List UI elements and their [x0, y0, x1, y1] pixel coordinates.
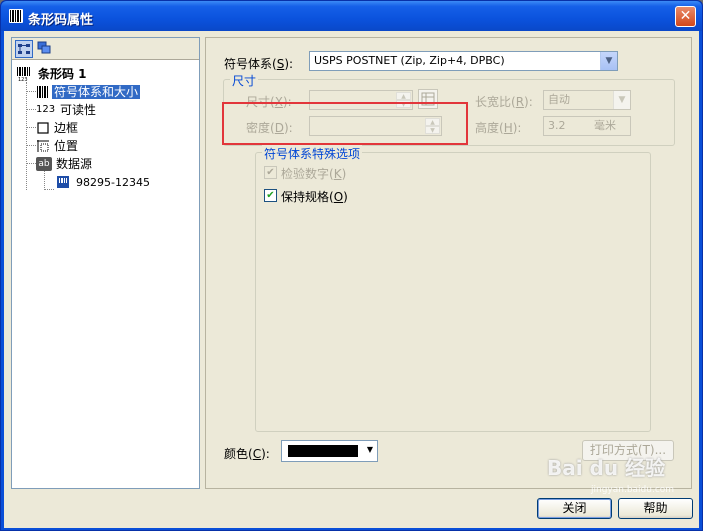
symbology-select-value: USPS POSTNET (Zip, Zip+4, DPBC): [314, 54, 505, 67]
property-tree: 123 条形码 1 符号体系和大小 123 可读性 边框 位置 ab 数据源 9…: [11, 37, 200, 489]
barcode-app-icon: [9, 9, 23, 23]
tree-item-label: 位置: [54, 139, 79, 153]
special-options-group: 符号体系特殊选项 ✔ 检验数字(K) ✔ 保持规格(O): [255, 145, 651, 432]
height-unit: 毫米: [594, 119, 616, 132]
watermark-url: jingyan.baidu.com: [591, 485, 675, 495]
tree-connector: [26, 145, 36, 146]
height-input[interactable]: 3.2 毫米: [543, 116, 631, 136]
tree-item-label: 可读性: [60, 103, 97, 117]
tree-item-label: 符号体系和大小: [52, 85, 141, 99]
tree-item-symbology-size[interactable]: 符号体系和大小: [36, 84, 141, 100]
spin-up-icon[interactable]: ▲: [396, 92, 411, 100]
tree-connector: [26, 109, 36, 110]
tree-item-label: 数据源: [56, 157, 93, 171]
tree-item-border[interactable]: 边框: [36, 120, 80, 136]
tree-connector: [44, 189, 54, 190]
tree-connector: [26, 82, 27, 190]
chevron-down-icon[interactable]: ▼: [613, 91, 630, 109]
tree-connector: [44, 171, 45, 190]
preserve-spec-label[interactable]: 保持规格(O): [281, 188, 348, 205]
highlight-annotation: [222, 102, 468, 145]
tree-connector: [26, 91, 36, 92]
tree-item-label: 98295-12345: [76, 176, 150, 189]
position-icon: [36, 139, 52, 153]
data-source-icon: ab: [36, 157, 52, 171]
symbology-label: 符号体系(S):: [224, 57, 294, 71]
window-title: 条形码属性: [28, 13, 94, 28]
tree-item-label: 边框: [54, 121, 79, 135]
tree-item-barcode-root[interactable]: 123 条形码 1: [16, 66, 89, 83]
chevron-down-icon[interactable]: ▼: [367, 445, 373, 454]
barcode-icon: 123: [16, 67, 32, 83]
close-window-button[interactable]: ✕: [675, 6, 696, 27]
svg-text:123: 123: [18, 77, 28, 81]
title-bar[interactable]: 条形码属性 ✕: [1, 1, 702, 31]
height-label: 高度(H):: [475, 121, 522, 135]
close-button[interactable]: 关闭: [537, 498, 612, 519]
special-options-title: 符号体系特殊选项: [262, 145, 363, 162]
size-group-title: 尺寸: [230, 72, 259, 89]
tree-connector: [26, 127, 36, 128]
help-button[interactable]: 帮助: [618, 498, 693, 519]
tree-view-icon[interactable]: [15, 40, 33, 58]
readability-icon: 123: [36, 104, 56, 115]
tree-toolbar: [12, 38, 199, 60]
ratio-label: 长宽比(R):: [475, 95, 533, 109]
dialog-window: 条形码属性 ✕ 123 条形码 1 符号体系和大小 123 可读性 边框 位置 …: [0, 0, 703, 531]
color-picker[interactable]: ▼: [281, 440, 378, 462]
symbology-select[interactable]: USPS POSTNET (Zip, Zip+4, DPBC) ▼: [309, 51, 618, 71]
ratio-select[interactable]: 自动 ▼: [543, 90, 631, 110]
layers-icon[interactable]: [36, 40, 54, 58]
watermark: Bai du 经验: [547, 456, 666, 480]
tree-connector: [26, 163, 36, 164]
tree-item-data-value[interactable]: 98295-12345: [56, 174, 152, 190]
barcode-icon: [36, 85, 52, 99]
border-icon: [36, 121, 52, 135]
variable-icon: [56, 175, 72, 189]
check-digit-label[interactable]: 检验数字(K): [281, 165, 346, 182]
tree-item-label: 条形码 1: [38, 67, 87, 81]
color-swatch: [288, 445, 358, 457]
tree-item-position[interactable]: 位置: [36, 138, 80, 154]
check-digit-checkbox[interactable]: ✔: [264, 166, 277, 179]
color-label: 颜色(C):: [224, 447, 270, 461]
preserve-spec-checkbox[interactable]: ✔: [264, 189, 277, 202]
symbology-settings-panel: 符号体系(S): USPS POSTNET (Zip, Zip+4, DPBC)…: [205, 37, 692, 489]
tree-item-readability[interactable]: 123 可读性: [36, 102, 98, 118]
tree-item-data-source[interactable]: ab 数据源: [36, 156, 94, 172]
chevron-down-icon[interactable]: ▼: [600, 52, 617, 70]
